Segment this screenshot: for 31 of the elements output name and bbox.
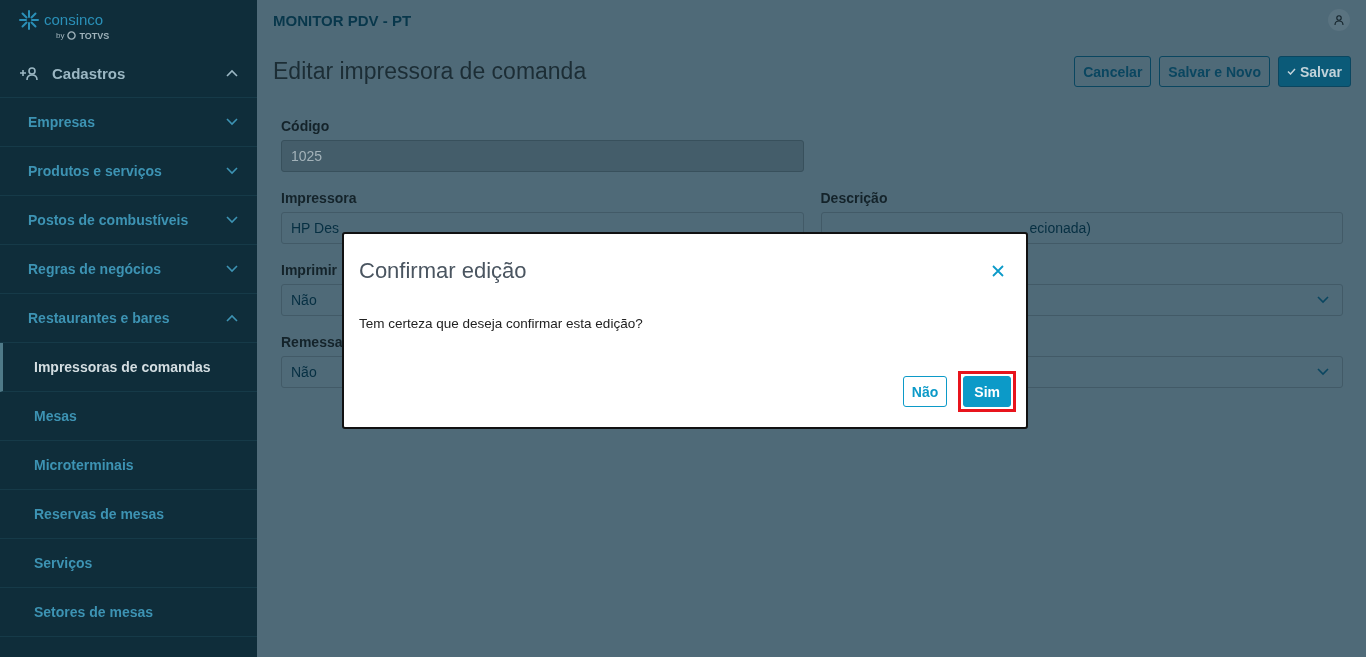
field-label: Descrição — [820, 189, 888, 208]
dialog-message: Tem certeza que deseja confirmar esta edição? — [359, 316, 644, 331]
chevron-down-icon — [1317, 368, 1329, 376]
save-button[interactable]: Salvar — [1277, 56, 1351, 87]
expand-icon — [226, 265, 238, 273]
logo-icon — [18, 8, 40, 31]
check-icon — [1286, 68, 1296, 75]
field-label: Impressora — [281, 189, 357, 208]
expand-icon — [226, 216, 238, 224]
dialog-title: Confirmar edição — [359, 258, 527, 284]
logo-by: by — [56, 31, 65, 40]
user-avatar[interactable] — [1328, 9, 1350, 31]
close-button[interactable] — [992, 265, 1004, 277]
brand-icon — [67, 31, 77, 40]
logo-name: consinco — [44, 11, 104, 28]
collapse-icon — [226, 69, 238, 77]
page-title: Editar impressora de comanda — [273, 58, 587, 85]
logo-brand: TOTVS — [79, 30, 110, 41]
confirm-button[interactable]: Sim — [963, 376, 1011, 407]
chevron-down-icon — [1317, 296, 1329, 304]
decline-button[interactable]: Não — [902, 376, 948, 407]
field-label: Remessa — [281, 333, 343, 352]
expand-icon — [226, 167, 238, 175]
close-icon — [992, 265, 1004, 277]
app-title: MONITOR PDV - PT — [273, 11, 412, 29]
collapse-icon — [226, 314, 238, 322]
add-user-icon — [20, 66, 38, 80]
field-label: Imprimir — [281, 261, 337, 280]
user-icon — [1334, 15, 1344, 25]
field-label: Código — [281, 117, 330, 136]
expand-icon — [226, 118, 238, 126]
